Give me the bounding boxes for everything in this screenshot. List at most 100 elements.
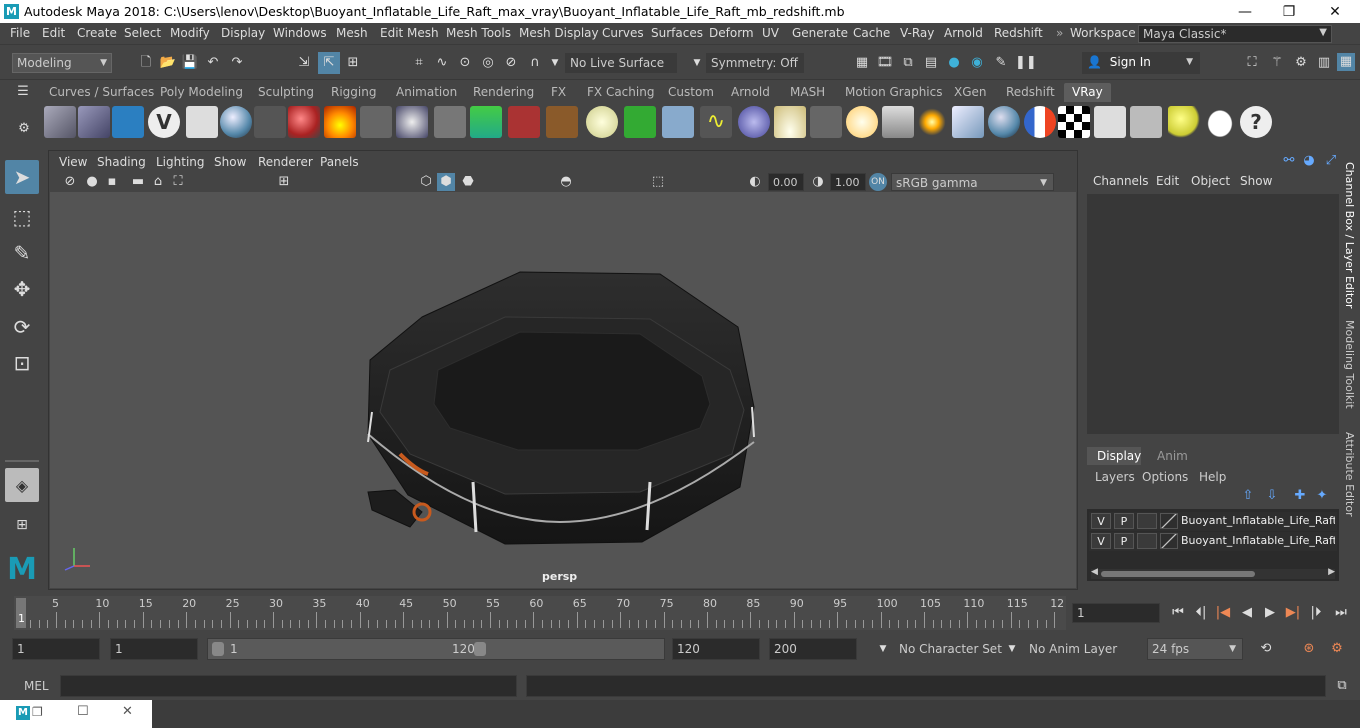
scroll-thumb[interactable]: [1101, 571, 1255, 577]
tab-rendering[interactable]: Rendering: [473, 85, 534, 99]
open-scene-icon[interactable]: 📂: [159, 54, 177, 72]
timeline-track[interactable]: 1 5 10 15 20 25 30 35 40 45 50 55 60 65 70 75 80 85 90 95 1…: [14, 596, 1066, 630]
single-view-icon[interactable]: ◈: [5, 468, 39, 502]
tab-sculpting[interactable]: Sculpting: [258, 85, 314, 99]
restore-icon[interactable]: ❐: [32, 705, 43, 719]
tab-custom[interactable]: Custom: [668, 85, 714, 99]
rotate-tool-icon[interactable]: ⟳: [5, 310, 39, 344]
camera-lock-icon[interactable]: ⌂: [149, 173, 167, 191]
tab-curves-surfaces[interactable]: Curves / Surfaces: [49, 85, 154, 99]
menu-file[interactable]: File: [10, 26, 30, 40]
maximize-icon[interactable]: ☐: [77, 704, 89, 719]
tab-rigging[interactable]: Rigging: [331, 85, 376, 99]
help-menu[interactable]: Help: [1199, 470, 1226, 484]
help-icon[interactable]: ?: [1240, 106, 1272, 138]
render-settings-icon[interactable]: ▤: [922, 54, 940, 72]
tab-poly-modeling[interactable]: Poly Modeling: [160, 85, 243, 99]
live-dropdown-icon[interactable]: ▼: [688, 54, 706, 72]
vray-cone-icon[interactable]: [434, 106, 466, 138]
vray-render-icon[interactable]: ◉: [968, 54, 986, 72]
layer-type-toggle[interactable]: [1137, 513, 1157, 529]
vray-curve-icon[interactable]: ∿: [700, 106, 732, 138]
vray-texture-icon[interactable]: [546, 106, 578, 138]
vray-frame-buffer-icon[interactable]: [186, 106, 218, 138]
minimize-button[interactable]: —: [1222, 0, 1268, 23]
camera-attr-icon[interactable]: ●: [83, 173, 101, 191]
tab-channel-box-layer-editor[interactable]: Channel Box / Layer Editor: [1343, 162, 1356, 309]
vray-dome-icon[interactable]: [586, 106, 618, 138]
tab-vray[interactable]: VRay: [1064, 83, 1111, 102]
select-component-icon[interactable]: ⊞: [344, 54, 362, 72]
vray-spot-light-icon[interactable]: [810, 106, 842, 138]
menu-overflow-icon[interactable]: »: [1056, 26, 1063, 40]
tab-mash[interactable]: MASH: [790, 85, 825, 99]
step-forward-icon[interactable]: |⏵: [1307, 604, 1325, 622]
menu-redshift[interactable]: Redshift: [994, 26, 1043, 40]
vray-fire-icon[interactable]: [324, 106, 356, 138]
step-back-icon[interactable]: ⏴|: [1192, 604, 1210, 622]
viewport-menu-view[interactable]: View: [59, 155, 87, 169]
channels-menu[interactable]: Channels: [1093, 174, 1149, 188]
vray-rect-light-icon[interactable]: [774, 106, 806, 138]
vray-sphere-light-icon[interactable]: [738, 106, 770, 138]
menu-edit-mesh[interactable]: Edit Mesh: [380, 26, 439, 40]
snap-magnet-icon[interactable]: ∩: [526, 54, 544, 72]
select-tool-icon[interactable]: ➤: [5, 160, 39, 194]
menu-vray[interactable]: V-Ray: [900, 26, 934, 40]
current-frame-field[interactable]: 1: [1072, 603, 1160, 623]
range-slider[interactable]: 1 120: [207, 638, 665, 660]
select-hierarchy-icon[interactable]: ⇲: [295, 54, 313, 72]
loop-icon[interactable]: ⟲: [1257, 640, 1275, 658]
wireframe-icon[interactable]: ⬡: [417, 173, 435, 191]
undo-icon[interactable]: ↶: [204, 54, 222, 72]
snap-surface-icon[interactable]: ⊘: [502, 54, 520, 72]
vray-flag-icon[interactable]: [1024, 106, 1056, 138]
anim-prefs-icon[interactable]: ⚙: [1328, 640, 1346, 658]
scale-tool-icon[interactable]: ⊡: [5, 346, 39, 380]
new-scene-icon[interactable]: 🗋: [137, 54, 155, 72]
go-to-start-icon[interactable]: ⏮: [1169, 604, 1187, 622]
close-icon[interactable]: ✕: [122, 704, 133, 719]
new-layer-selected-icon[interactable]: ✦: [1313, 487, 1331, 505]
render-frame-icon[interactable]: 🎞: [876, 54, 894, 72]
tab-fx-caching[interactable]: FX Caching: [587, 85, 654, 99]
step-forward-key-icon[interactable]: ▶|: [1284, 604, 1302, 622]
live-surface-field[interactable]: No Live Surface: [565, 53, 677, 73]
time-slider[interactable]: 1 5 10 15 20 25 30 35 40 45 50 55 60 65 70 75 80 85 90 95 1…: [0, 596, 1360, 632]
vray-ocean-icon[interactable]: [470, 106, 502, 138]
new-layer-icon[interactable]: ✚: [1291, 487, 1309, 505]
camera-select-icon[interactable]: ⊘: [61, 173, 79, 191]
gamma-field[interactable]: 1.00: [830, 173, 866, 191]
menu-edit[interactable]: Edit: [42, 26, 65, 40]
sign-in-button[interactable]: 👤 Sign In ▼: [1082, 52, 1200, 74]
modeling-toolkit-icon[interactable]: ▥: [1315, 54, 1333, 72]
go-to-end-icon[interactable]: ⏭: [1332, 604, 1350, 622]
textured-icon[interactable]: ⬣: [459, 173, 477, 191]
vray-settings-icon[interactable]: [1130, 106, 1162, 138]
channels-show-menu[interactable]: Show: [1240, 174, 1272, 188]
channel-icon-1[interactable]: ⚯: [1280, 152, 1298, 170]
snap-dropdown-icon[interactable]: ▼: [546, 54, 564, 72]
exposure-icon[interactable]: ◐: [746, 173, 764, 191]
vray-objectprops-icon[interactable]: [112, 106, 144, 138]
menu-arnold[interactable]: Arnold: [944, 26, 983, 40]
layer-scrollbar[interactable]: ◀ ▶: [1091, 567, 1335, 579]
vray-sphere-icon[interactable]: [220, 106, 252, 138]
vray-mesh-light-icon[interactable]: [952, 106, 984, 138]
range-handle-right[interactable]: [474, 642, 486, 656]
animation-end-field[interactable]: 200: [769, 638, 857, 660]
tool-settings-icon[interactable]: ⚙: [1292, 54, 1310, 72]
play-forward-icon[interactable]: ▶: [1261, 604, 1279, 622]
ipr-icon[interactable]: ⧉: [899, 54, 917, 72]
layer-tab-display[interactable]: Display: [1087, 447, 1141, 465]
3d-viewport[interactable]: persp: [50, 192, 1076, 588]
channel-icon-3[interactable]: ⤢: [1322, 152, 1340, 170]
redo-icon[interactable]: ↷: [228, 54, 246, 72]
tab-fx[interactable]: FX: [551, 85, 566, 99]
script-editor-icon[interactable]: ⧉: [1333, 677, 1351, 695]
menu-select[interactable]: Select: [124, 26, 161, 40]
layer-color-swatch[interactable]: [1160, 533, 1178, 549]
image-plane-icon[interactable]: ▬: [129, 173, 147, 191]
layer-visible-toggle[interactable]: V: [1091, 533, 1111, 549]
menu-set-dropdown[interactable]: Modeling ▼: [12, 53, 112, 73]
